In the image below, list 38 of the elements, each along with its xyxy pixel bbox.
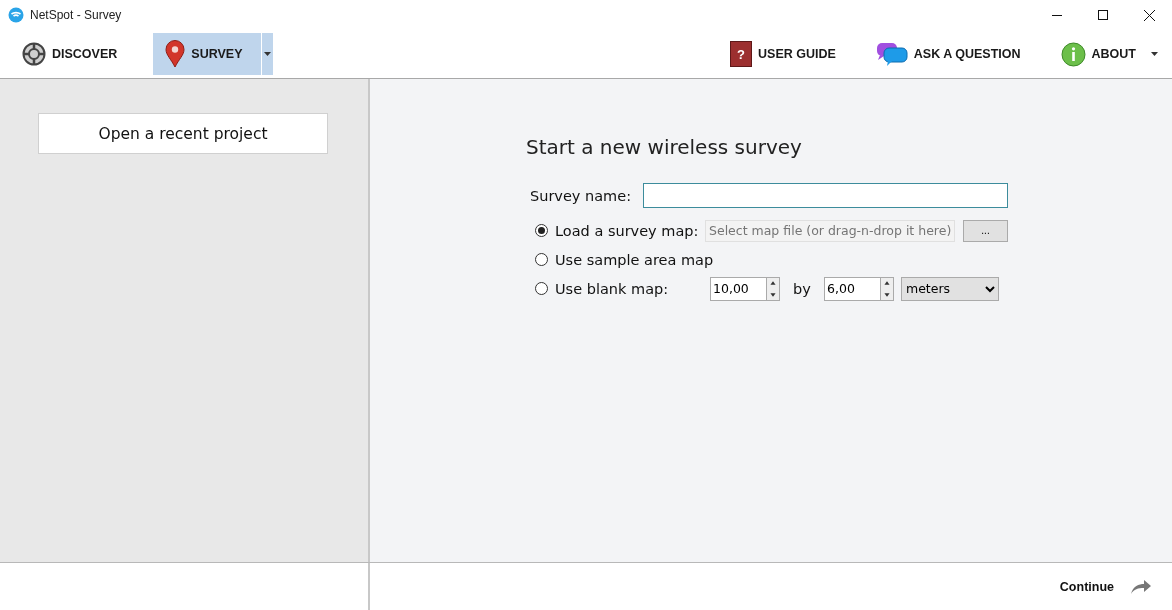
toolbar-tab[interactable]: SURVEY xyxy=(153,33,262,75)
maximize-icon[interactable] xyxy=(1098,10,1108,20)
option-label: Use sample area map xyxy=(555,251,714,268)
unit-dropdown[interactable]: meters xyxy=(901,276,999,301)
continue-button[interactable]: Continue xyxy=(1053,577,1158,596)
window-title: NetSpot - Survey xyxy=(30,8,122,22)
form-title: Start a new wireless survey xyxy=(526,135,803,159)
arrow-icon xyxy=(1130,578,1152,595)
radio-button[interactable] xyxy=(535,282,548,295)
number-field[interactable]: 6,00 xyxy=(824,276,880,301)
option-label: Use blank map: xyxy=(555,280,670,297)
info-icon xyxy=(1060,41,1086,67)
map-pin-icon xyxy=(165,40,186,68)
open-recent-project-button[interactable]: Open a recent project xyxy=(38,113,328,154)
spin-arrows-icon[interactable] xyxy=(880,276,894,301)
dropdown-toggle[interactable] xyxy=(262,33,274,75)
minimize-icon[interactable] xyxy=(1052,14,1062,16)
radio-button[interactable] xyxy=(535,224,548,237)
toolbar-button[interactable]: ? USER GUIDE xyxy=(718,33,848,75)
number-field[interactable]: 10,00 xyxy=(710,276,766,301)
option-label: Load a survey map: xyxy=(555,222,699,239)
toolbar-button[interactable]: ABOUT xyxy=(1048,33,1148,75)
browse-button[interactable]: ... xyxy=(963,219,1008,242)
by-label: by xyxy=(792,280,812,297)
caret-icon xyxy=(264,52,272,56)
toolbar-tab[interactable]: DISCOVER xyxy=(10,33,130,75)
close-icon[interactable] xyxy=(1143,9,1155,21)
toolbar-button[interactable]: ASK A QUESTION xyxy=(863,33,1033,75)
spin-arrows-icon[interactable] xyxy=(766,276,780,301)
field-label: Survey name: xyxy=(530,187,633,204)
caret-icon[interactable] xyxy=(1151,52,1158,56)
app-logo-icon xyxy=(8,7,24,23)
radio-button[interactable] xyxy=(535,253,548,266)
help-book-icon: ? xyxy=(730,41,752,67)
chat-bubbles-icon xyxy=(875,42,908,66)
survey-name-field[interactable] xyxy=(643,183,1008,208)
map-file-field[interactable]: Select map file (or drag-n-drop it here) xyxy=(705,219,955,242)
crosshair-icon xyxy=(22,42,46,66)
